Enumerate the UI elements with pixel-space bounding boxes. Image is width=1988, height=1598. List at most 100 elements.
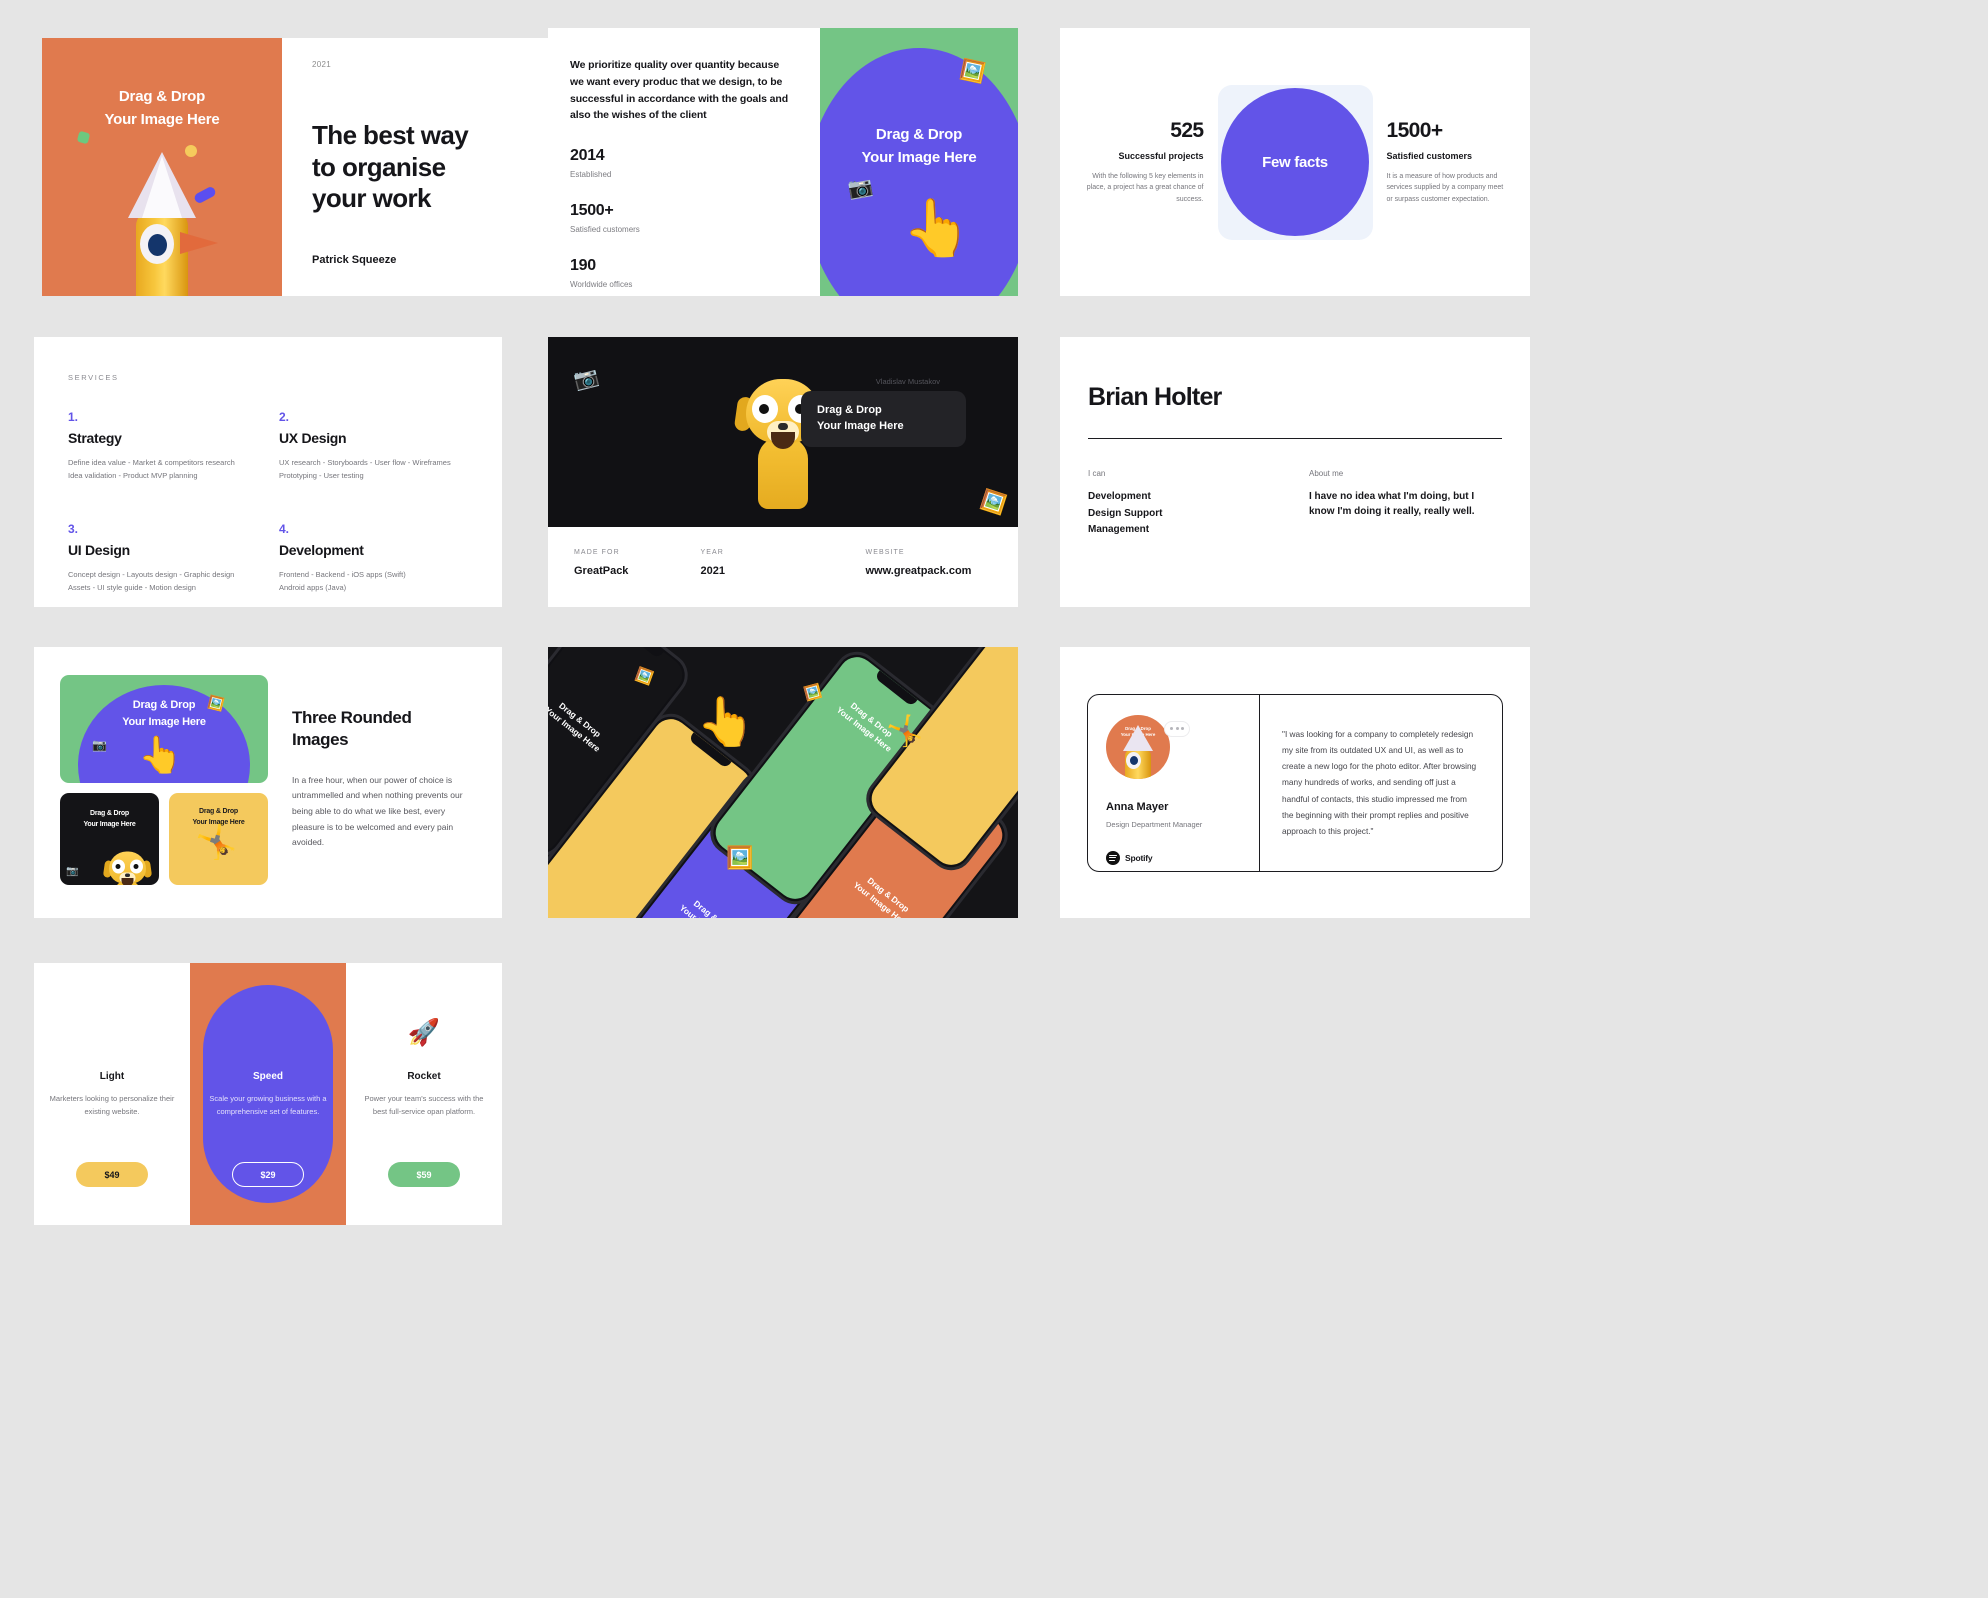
project-meta-row: MADE FOR GreatPack YEAR 2021 WEBSITE www…: [548, 527, 1018, 599]
pricing-plan-light[interactable]: Light Marketers looking to personalize t…: [34, 963, 190, 1225]
service-item: 3. UI Design Concept design - Layouts de…: [68, 522, 257, 594]
plan-price-button[interactable]: $29: [232, 1162, 304, 1187]
slide-gallery: Drag & Drop Your Image Here 2021 The bes…: [0, 0, 1988, 1598]
three-images-text: Three Rounded Images In a free hour, whe…: [292, 675, 476, 890]
testimonial-person: Drag & Drop Your Image Here Anna Mayer D…: [1088, 694, 1260, 871]
drag-drop-line1: Drag & Drop: [198, 808, 239, 815]
confetti-green: [76, 130, 91, 145]
phone-stage: Drag & Drop Your Image Here Drag & Drop …: [548, 647, 1018, 918]
services-kicker: SERVICES: [68, 373, 119, 382]
three-images-group: 🖼️ 📷 👆 Drag & Drop Your Image Here �: [60, 675, 268, 890]
bio-skills-column: I can Development Design Support Managem…: [1088, 469, 1281, 539]
service-title: UX Design: [279, 430, 347, 446]
bio-name: Brian Holter: [1088, 383, 1222, 411]
drag-drop-label: Drag & Drop Your Image Here: [42, 86, 282, 131]
three-images-title-line2: Images: [292, 729, 349, 749]
project-meta-item: YEAR 2021: [701, 549, 866, 577]
testimonial-name: Anna Mayer: [1106, 800, 1169, 813]
service-number: 3.: [68, 522, 79, 537]
project-meta-key: MADE FOR: [574, 549, 620, 556]
plan-description: Marketers looking to personalize their e…: [49, 1094, 175, 1116]
plan-name: Light: [99, 1071, 125, 1082]
image-placeholder-yellow[interactable]: 🤸 Drag & Drop Your Image Here: [169, 793, 268, 885]
plan-description: Power your team's success with the best …: [364, 1094, 484, 1116]
pricing-plan-rocket[interactable]: 🚀 Rocket Power your team's success with …: [346, 963, 502, 1225]
stat-item: 1500+ Satisfied customers: [570, 202, 792, 234]
service-desc: Frontend - Backend - iOS apps (Swift) An…: [279, 568, 468, 594]
slide-testimonial[interactable]: Drag & Drop Your Image Here Anna Mayer D…: [1060, 647, 1530, 918]
plan-price-button[interactable]: $59: [388, 1162, 460, 1187]
framed-picture-icon: 🖼️: [978, 488, 1009, 518]
camera-icon: 📷: [92, 738, 107, 752]
facts-center-panel: Few facts: [1217, 84, 1373, 240]
drag-drop-label: Drag & Drop Your Image Here: [678, 898, 738, 918]
slide-three-rounded-images[interactable]: 🖼️ 📷 👆 Drag & Drop Your Image Here �: [34, 647, 502, 918]
person-jumping-icon: 🤸: [886, 715, 924, 748]
facts-left-number: 525: [1170, 118, 1204, 142]
facts-circle-label: Few facts: [1221, 88, 1369, 236]
stats-text-area: We prioritize quality over quantity beca…: [548, 28, 820, 296]
stats-paragraph: We prioritize quality over quantity beca…: [570, 59, 789, 122]
service-desc-line2: Assets - UI style guide - Motion design: [68, 583, 196, 593]
pencil-bird-illustration: [114, 152, 218, 296]
testimonial-brand-label: Spotify: [1125, 852, 1153, 863]
stat-label: Worldwide offices: [570, 280, 633, 290]
framed-picture-icon: 🖼️: [802, 682, 824, 702]
bio-skills-label: I can: [1088, 469, 1106, 478]
project-meta-value: 2021: [700, 565, 725, 577]
bio-about-column: About me I have no idea what I'm doing, …: [1309, 469, 1502, 539]
service-desc-line2: Idea validation - Product MVP planning: [68, 471, 198, 481]
stats-image-placeholder[interactable]: 🖼️ 📷 👆 Drag & Drop Your Image Here: [820, 28, 1018, 296]
facts-left-text: With the following 5 key elements in pla…: [1086, 172, 1204, 203]
person-jumping-icon: 🤸: [195, 823, 238, 861]
plan-price-button[interactable]: $49: [76, 1162, 148, 1187]
service-number: 1.: [68, 410, 79, 424]
pointing-hand-icon: 👆: [696, 696, 756, 749]
slide-phone-mockups[interactable]: Drag & Drop Your Image Here Drag & Drop …: [548, 647, 1018, 918]
slide-services[interactable]: SERVICES 1. Strategy Define idea value -…: [34, 337, 502, 607]
project-meta-item: WEBSITE www.greatpack.com: [866, 549, 993, 577]
pencil-cone-inner: [142, 156, 182, 218]
drag-drop-label: Drag & Drop Your Image Here: [548, 700, 603, 755]
three-images-row: 📷 Drag & Drop Your Image Here 🤸 Drag & D…: [60, 793, 268, 885]
service-item: 1. Strategy Define idea value - Market &…: [68, 410, 257, 482]
slide-pricing[interactable]: Light Marketers looking to personalize t…: [34, 963, 502, 1225]
stat-label: Established: [570, 170, 612, 180]
drag-drop-line1: Drag & Drop: [118, 88, 206, 105]
drag-drop-line1: Drag & Drop: [89, 810, 130, 817]
plan-name: Speed: [252, 1071, 283, 1082]
drag-drop-label: Drag & Drop Your Image Here: [851, 875, 912, 918]
pricing-plan-speed[interactable]: Speed Scale your growing business with a…: [190, 963, 346, 1225]
slide-project[interactable]: 📷 🖼️ Vladislav Mustakov Drag & Drop Your…: [548, 337, 1018, 607]
avatar: Drag & Drop Your Image Here: [1106, 714, 1170, 779]
pencil-pupil: [148, 234, 167, 256]
stat-item: 2014 Established: [570, 147, 792, 179]
project-meta-item: MADE FOR GreatPack: [574, 549, 701, 577]
dog-illustration: [102, 851, 152, 885]
slide-bio[interactable]: Brian Holter I can Development Design Su…: [1060, 337, 1530, 607]
image-placeholder-large[interactable]: 🖼️ 📷 👆 Drag & Drop Your Image Here: [60, 675, 268, 783]
slide-stats[interactable]: We prioritize quality over quantity beca…: [548, 28, 1018, 296]
camera-icon: 📷: [846, 175, 875, 201]
project-image-placeholder[interactable]: 📷 🖼️ Vladislav Mustakov Drag & Drop Your…: [548, 337, 1018, 527]
pencil-cone-outer: [1123, 724, 1153, 751]
stat-number: 1500+: [570, 202, 614, 220]
bio-skills-list: Development Design Support Management: [1088, 491, 1163, 535]
service-title: Strategy: [68, 430, 122, 446]
plan-description: Scale your growing business with a compr…: [209, 1094, 327, 1116]
drag-drop-line2: Your Image Here: [192, 818, 245, 826]
more-options-icon[interactable]: [1164, 720, 1190, 737]
drag-drop-line1: Drag & Drop: [817, 404, 882, 416]
cover-image-placeholder[interactable]: Drag & Drop Your Image Here: [42, 38, 282, 296]
rocket-icon: 🚀: [407, 1017, 441, 1047]
testimonial-brand: Spotify: [1106, 850, 1241, 865]
cover-title: The best way to organise your work: [312, 120, 469, 215]
pencil-pupil: [1130, 755, 1138, 765]
testimonial-role: Design Department Manager: [1106, 819, 1203, 829]
stat-number: 190: [570, 257, 596, 275]
image-placeholder-dark[interactable]: 📷 Drag & Drop Your Image Here: [60, 793, 159, 885]
slide-few-facts[interactable]: 525 Successful projects With the followi…: [1060, 28, 1530, 296]
project-meta-key: YEAR: [700, 549, 724, 556]
project-image-caption: Vladislav Mustakov: [875, 377, 940, 386]
service-title: Development: [279, 542, 364, 559]
